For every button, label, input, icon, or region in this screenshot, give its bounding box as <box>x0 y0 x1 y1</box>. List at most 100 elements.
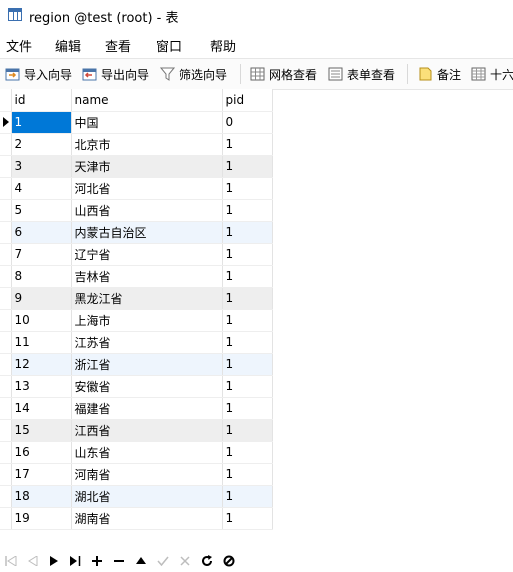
cell-pid[interactable]: 1 <box>222 155 273 178</box>
table-row[interactable]: 16 山东省 1 <box>0 441 273 464</box>
table-row[interactable]: 14 福建省 1 <box>0 397 273 420</box>
cell-pid[interactable]: 1 <box>222 265 273 288</box>
cell-pid[interactable]: 1 <box>222 177 273 200</box>
refresh-icon[interactable] <box>200 554 214 568</box>
cell-pid[interactable]: 1 <box>222 441 273 464</box>
table-row[interactable]: 4 河北省 1 <box>0 177 273 200</box>
cell-id[interactable]: 1 <box>11 111 72 134</box>
cell-name[interactable]: 山东省 <box>71 441 223 464</box>
add-record-icon[interactable] <box>90 554 104 568</box>
cell-id[interactable]: 7 <box>11 243 72 266</box>
cell-name[interactable]: 吉林省 <box>71 265 223 288</box>
cell-pid[interactable]: 1 <box>222 375 273 398</box>
column-header-pid[interactable]: pid <box>222 89 273 112</box>
cell-id[interactable]: 17 <box>11 463 72 486</box>
cell-id[interactable]: 9 <box>11 287 72 310</box>
move-up-icon[interactable] <box>134 554 148 568</box>
cell-id[interactable]: 4 <box>11 177 72 200</box>
table-row[interactable]: 13 安徽省 1 <box>0 375 273 398</box>
menu-help[interactable]: 帮助 <box>210 36 236 55</box>
cell-id[interactable]: 14 <box>11 397 72 420</box>
cell-id[interactable]: 12 <box>11 353 72 376</box>
cell-id[interactable]: 5 <box>11 199 72 222</box>
cell-pid[interactable]: 1 <box>222 309 273 332</box>
last-record-icon[interactable] <box>68 554 82 568</box>
cell-pid[interactable]: 0 <box>222 111 273 134</box>
menu-view[interactable]: 查看 <box>105 36 131 55</box>
form-view-button[interactable]: 表单查看 <box>328 65 395 83</box>
table-row[interactable]: 1 中国 0 <box>0 111 273 134</box>
cell-pid[interactable]: 1 <box>222 243 273 266</box>
table-row[interactable]: 17 河南省 1 <box>0 463 273 486</box>
cell-name[interactable]: 江苏省 <box>71 331 223 354</box>
apply-icon[interactable] <box>156 554 170 568</box>
cell-id[interactable]: 6 <box>11 221 72 244</box>
cell-name[interactable]: 江西省 <box>71 419 223 442</box>
filter-wizard-button[interactable]: 筛选向导 <box>159 65 227 83</box>
table-row[interactable]: 19 湖南省 1 <box>0 507 273 530</box>
cell-pid[interactable]: 1 <box>222 419 273 442</box>
cell-name[interactable]: 湖南省 <box>71 507 223 530</box>
cell-id[interactable]: 16 <box>11 441 72 464</box>
table-row[interactable]: 11 江苏省 1 <box>0 331 273 354</box>
first-record-icon[interactable] <box>4 554 18 568</box>
cell-pid[interactable]: 1 <box>222 133 273 156</box>
cell-id[interactable]: 11 <box>11 331 72 354</box>
cell-name[interactable]: 中国 <box>71 111 223 134</box>
cell-pid[interactable]: 1 <box>222 221 273 244</box>
cell-name[interactable]: 安徽省 <box>71 375 223 398</box>
table-row[interactable]: 5 山西省 1 <box>0 199 273 222</box>
hex-button[interactable]: 十六 <box>471 65 513 83</box>
column-header-id[interactable]: id <box>11 89 72 112</box>
cell-name[interactable]: 内蒙古自治区 <box>71 221 223 244</box>
cell-name[interactable]: 河北省 <box>71 177 223 200</box>
cell-pid[interactable]: 1 <box>222 353 273 376</box>
cell-id[interactable]: 18 <box>11 485 72 508</box>
cell-name[interactable]: 黑龙江省 <box>71 287 223 310</box>
cell-name[interactable]: 湖北省 <box>71 485 223 508</box>
cell-name[interactable]: 上海市 <box>71 309 223 332</box>
table-row[interactable]: 9 黑龙江省 1 <box>0 287 273 310</box>
table-row[interactable]: 7 辽宁省 1 <box>0 243 273 266</box>
cell-name[interactable]: 浙江省 <box>71 353 223 376</box>
stop-icon[interactable] <box>222 554 236 568</box>
cell-name[interactable]: 天津市 <box>71 155 223 178</box>
grid-view-button[interactable]: 网格查看 <box>250 65 317 83</box>
next-record-icon[interactable] <box>47 554 61 568</box>
table-row[interactable]: 3 天津市 1 <box>0 155 273 178</box>
cell-id[interactable]: 13 <box>11 375 72 398</box>
cell-id[interactable]: 2 <box>11 133 72 156</box>
cell-pid[interactable]: 1 <box>222 287 273 310</box>
cell-name[interactable]: 辽宁省 <box>71 243 223 266</box>
delete-record-icon[interactable] <box>112 554 126 568</box>
discard-icon[interactable] <box>178 554 192 568</box>
menu-window[interactable]: 窗口 <box>156 36 182 55</box>
table-row[interactable]: 12 浙江省 1 <box>0 353 273 376</box>
cell-name[interactable]: 山西省 <box>71 199 223 222</box>
cell-name[interactable]: 福建省 <box>71 397 223 420</box>
cell-pid[interactable]: 1 <box>222 507 273 530</box>
cell-id[interactable]: 19 <box>11 507 72 530</box>
import-wizard-button[interactable]: 导入向导 <box>5 65 72 83</box>
cell-pid[interactable]: 1 <box>222 397 273 420</box>
cell-pid[interactable]: 1 <box>222 331 273 354</box>
memo-button[interactable]: 备注 <box>418 65 461 83</box>
table-row[interactable]: 10 上海市 1 <box>0 309 273 332</box>
table-row[interactable]: 6 内蒙古自治区 1 <box>0 221 273 244</box>
cell-pid[interactable]: 1 <box>222 199 273 222</box>
cell-pid[interactable]: 1 <box>222 463 273 486</box>
previous-record-icon[interactable] <box>26 554 40 568</box>
cell-id[interactable]: 10 <box>11 309 72 332</box>
menu-edit[interactable]: 编辑 <box>55 36 81 55</box>
menu-file[interactable]: 文件 <box>6 36 32 55</box>
table-row[interactable]: 18 湖北省 1 <box>0 485 273 508</box>
export-wizard-button[interactable]: 导出向导 <box>82 65 149 83</box>
cell-pid[interactable]: 1 <box>222 485 273 508</box>
cell-name[interactable]: 河南省 <box>71 463 223 486</box>
table-row[interactable]: 8 吉林省 1 <box>0 265 273 288</box>
table-row[interactable]: 15 江西省 1 <box>0 419 273 442</box>
cell-id[interactable]: 8 <box>11 265 72 288</box>
cell-id[interactable]: 15 <box>11 419 72 442</box>
table-row[interactable]: 2 北京市 1 <box>0 133 273 156</box>
cell-name[interactable]: 北京市 <box>71 133 223 156</box>
